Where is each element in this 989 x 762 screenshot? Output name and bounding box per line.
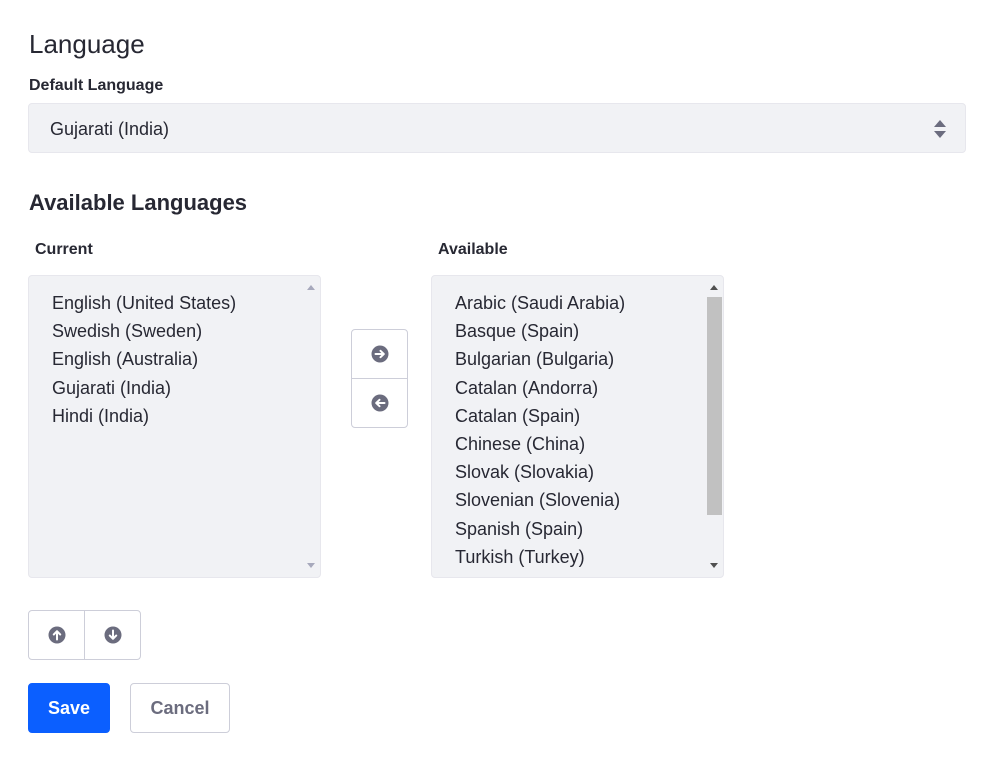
arrow-right-circle-icon bbox=[371, 345, 389, 363]
list-item[interactable]: Swedish (Sweden) bbox=[52, 317, 320, 345]
list-item[interactable]: Arabic (Saudi Arabia) bbox=[455, 289, 723, 317]
select-sort-arrows-icon bbox=[933, 119, 947, 139]
available-languages-list: Arabic (Saudi Arabia) Basque (Spain) Bul… bbox=[432, 276, 723, 571]
arrow-down-circle-icon bbox=[104, 626, 122, 644]
transfer-button-group bbox=[351, 329, 408, 428]
current-list-scrollbar[interactable] bbox=[303, 276, 320, 577]
list-item[interactable]: Slovenian (Slovenia) bbox=[455, 486, 723, 514]
save-button[interactable]: Save bbox=[28, 683, 110, 733]
reorder-button-group bbox=[28, 610, 141, 660]
default-language-value: Gujarati (India) bbox=[50, 119, 170, 139]
default-language-label: Default Language bbox=[29, 77, 164, 94]
list-item[interactable]: Spanish (Spain) bbox=[455, 515, 723, 543]
list-item[interactable]: Turkish (Turkey) bbox=[455, 543, 723, 571]
scrollbar-thumb[interactable] bbox=[707, 297, 722, 515]
move-up-button[interactable] bbox=[29, 611, 85, 659]
available-list-label: Available bbox=[438, 241, 508, 258]
arrow-left-circle-icon bbox=[371, 394, 389, 412]
default-language-select[interactable]: Gujarati (India) bbox=[28, 103, 966, 153]
list-item[interactable]: Bulgarian (Bulgaria) bbox=[455, 345, 723, 373]
move-to-current-button[interactable] bbox=[352, 379, 407, 427]
list-item[interactable]: Basque (Spain) bbox=[455, 317, 723, 345]
move-to-available-button[interactable] bbox=[352, 330, 407, 379]
language-heading: Language bbox=[29, 29, 145, 59]
available-list-scrollbar[interactable] bbox=[706, 276, 723, 577]
list-item[interactable]: Slovak (Slovakia) bbox=[455, 458, 723, 486]
scroll-down-arrow-icon[interactable] bbox=[307, 563, 315, 568]
current-languages-list: English (United States) Swedish (Sweden)… bbox=[29, 276, 320, 430]
scroll-up-arrow-icon[interactable] bbox=[307, 285, 315, 290]
list-item[interactable]: Hindi (India) bbox=[52, 402, 320, 430]
list-item[interactable]: English (Australia) bbox=[52, 345, 320, 373]
list-item[interactable]: Catalan (Andorra) bbox=[455, 374, 723, 402]
current-list-label: Current bbox=[35, 241, 93, 258]
language-settings-page: Language Default Language Gujarati (Indi… bbox=[0, 0, 989, 762]
move-down-button[interactable] bbox=[85, 611, 140, 659]
list-item[interactable]: English (United States) bbox=[52, 289, 320, 317]
scroll-up-arrow-icon[interactable] bbox=[710, 285, 718, 290]
available-languages-heading: Available Languages bbox=[29, 190, 248, 215]
list-item[interactable]: Gujarati (India) bbox=[52, 374, 320, 402]
list-item[interactable]: Catalan (Spain) bbox=[455, 402, 723, 430]
scroll-down-arrow-icon[interactable] bbox=[710, 563, 718, 568]
cancel-button[interactable]: Cancel bbox=[130, 683, 230, 733]
available-languages-listbox[interactable]: Arabic (Saudi Arabia) Basque (Spain) Bul… bbox=[431, 275, 724, 578]
list-item[interactable]: Chinese (China) bbox=[455, 430, 723, 458]
current-languages-listbox[interactable]: English (United States) Swedish (Sweden)… bbox=[28, 275, 321, 578]
arrow-up-circle-icon bbox=[48, 626, 66, 644]
